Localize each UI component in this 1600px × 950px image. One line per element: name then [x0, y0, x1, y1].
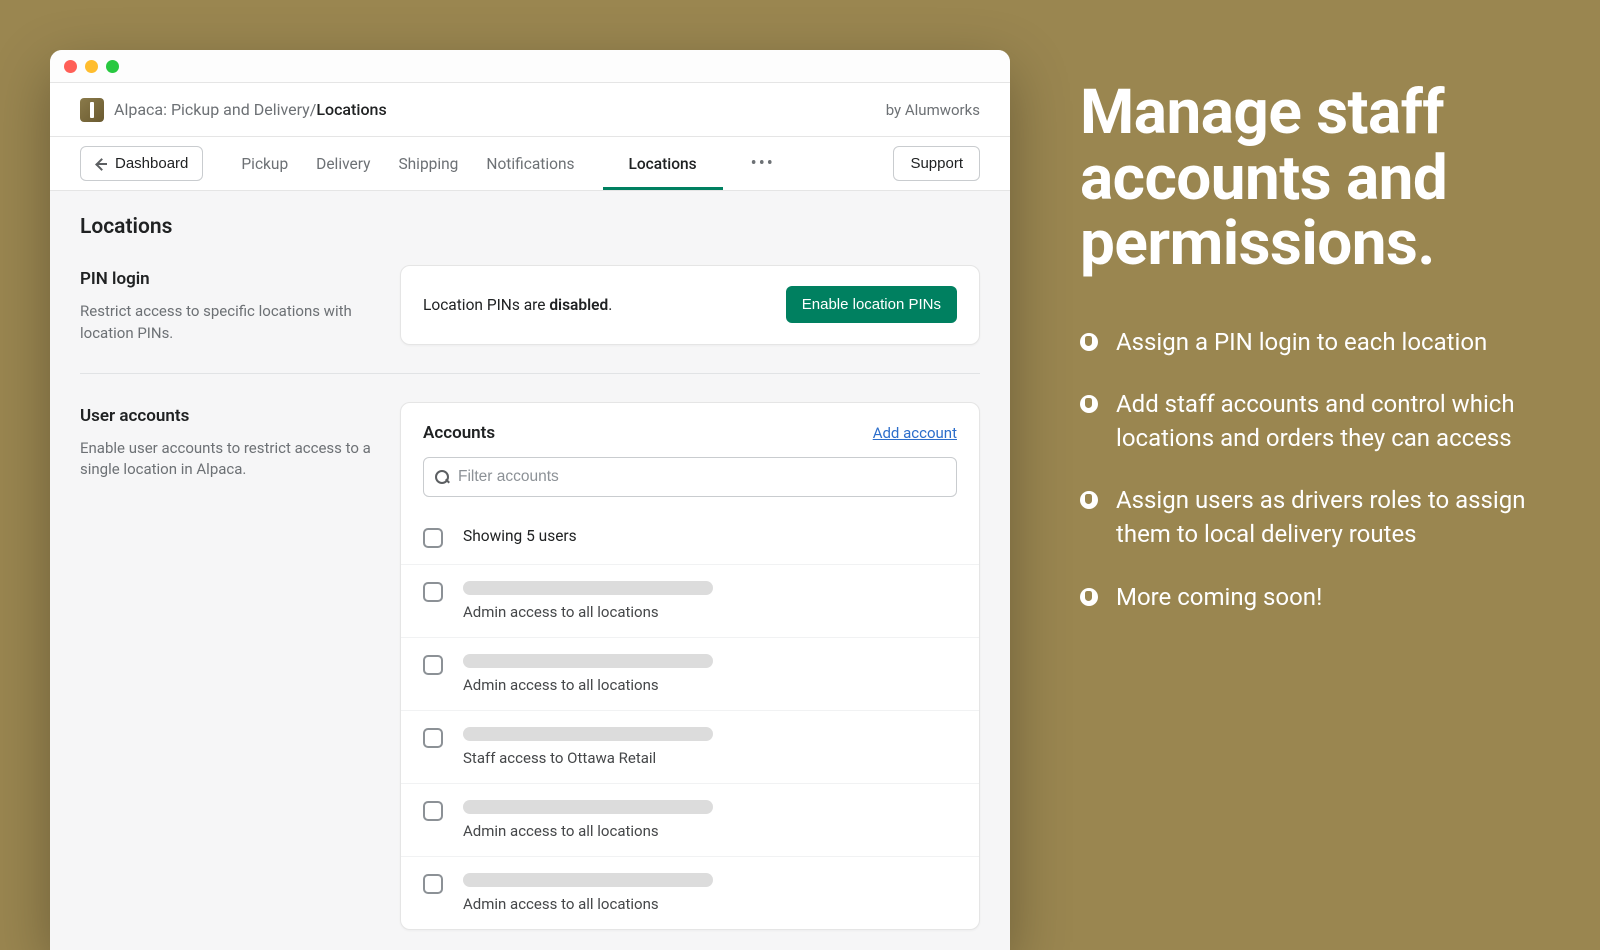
account-role: Admin access to all locations — [463, 603, 957, 621]
promo-bullet: Assign users as drivers roles to assign … — [1080, 483, 1560, 551]
more-tabs-icon[interactable]: ••• — [751, 153, 775, 174]
dashboard-button[interactable]: Dashboard — [80, 146, 203, 181]
window-maximize-button[interactable] — [106, 60, 119, 73]
account-name-redacted — [463, 873, 713, 887]
user-accounts-section: User accounts Enable user accounts to re… — [80, 402, 980, 930]
section-divider — [80, 373, 980, 374]
account-checkbox[interactable] — [423, 801, 443, 821]
search-box[interactable] — [423, 457, 957, 497]
promo-headline: Manage staff accounts and permissions. — [1080, 80, 1560, 277]
breadcrumb-current: Locations — [316, 100, 386, 119]
tab-delivery[interactable]: Delivery — [316, 137, 370, 190]
account-checkbox[interactable] — [423, 582, 443, 602]
accounts-section-title: User accounts — [80, 406, 380, 426]
promo-bullet-text: Assign users as drivers roles to assign … — [1116, 483, 1560, 551]
showing-count: Showing 5 users — [463, 527, 957, 545]
tab-notifications[interactable]: Notifications — [486, 137, 574, 190]
bullet-icon — [1080, 588, 1098, 606]
pin-section-title: PIN login — [80, 269, 380, 289]
accounts-section-desc: Enable user accounts to restrict access … — [80, 438, 380, 482]
filter-accounts-input[interactable] — [458, 468, 946, 486]
account-checkbox[interactable] — [423, 655, 443, 675]
account-name-redacted — [463, 800, 713, 814]
account-name-redacted — [463, 727, 713, 741]
accounts-card-header: Accounts Add account — [401, 403, 979, 457]
navbar: Dashboard Pickup Delivery Shipping Notif… — [50, 137, 1010, 191]
nav-tabs: Pickup Delivery Shipping Notifications L… — [241, 137, 774, 190]
bullet-icon — [1080, 491, 1098, 509]
account-role: Staff access to Ottawa Retail — [463, 749, 957, 767]
account-role: Admin access to all locations — [463, 822, 957, 840]
accounts-card: Accounts Add account Showing 5 users — [400, 402, 980, 930]
tab-shipping[interactable]: Shipping — [398, 137, 458, 190]
support-button[interactable]: Support — [893, 146, 980, 181]
search-icon — [434, 469, 450, 485]
pin-status-text: Location PINs are disabled. — [423, 296, 612, 314]
add-account-link[interactable]: Add account — [873, 424, 957, 442]
promo-list: Assign a PIN login to each location Add … — [1080, 325, 1560, 613]
account-row[interactable]: Admin access to all locations — [401, 637, 979, 710]
account-role: Admin access to all locations — [463, 895, 957, 913]
page-title: Locations — [80, 215, 980, 239]
promo-bullet-text: Assign a PIN login to each location — [1116, 325, 1487, 359]
breadcrumb-app-name[interactable]: Alpaca: Pickup and Delivery — [114, 100, 310, 119]
promo-bullet: Assign a PIN login to each location — [1080, 325, 1560, 359]
select-all-row: Showing 5 users — [401, 507, 979, 564]
arrow-left-icon — [95, 157, 109, 171]
tab-locations[interactable]: Locations — [603, 137, 723, 190]
dashboard-button-label: Dashboard — [115, 155, 188, 172]
titlebar — [50, 50, 1010, 83]
window-close-button[interactable] — [64, 60, 77, 73]
account-row[interactable]: Staff access to Ottawa Retail — [401, 710, 979, 783]
app-logo-icon — [80, 98, 104, 122]
pin-section-desc: Restrict access to specific locations wi… — [80, 301, 380, 345]
select-all-checkbox[interactable] — [423, 528, 443, 548]
promo-panel: Manage staff accounts and permissions. A… — [1080, 80, 1560, 642]
pin-card: Location PINs are disabled. Enable locat… — [400, 265, 980, 345]
breadcrumb-separator: / — [310, 100, 317, 119]
pin-login-section: PIN login Restrict access to specific lo… — [80, 265, 980, 345]
page-content: Locations PIN login Restrict access to s… — [50, 191, 1010, 950]
account-row[interactable]: Admin access to all locations — [401, 564, 979, 637]
account-row[interactable]: Admin access to all locations — [401, 856, 979, 929]
promo-bullet-text: More coming soon! — [1116, 580, 1322, 614]
pin-status-suffix: . — [608, 296, 612, 314]
account-checkbox[interactable] — [423, 728, 443, 748]
window-minimize-button[interactable] — [85, 60, 98, 73]
pin-status-prefix: Location PINs are — [423, 296, 549, 314]
tab-pickup[interactable]: Pickup — [241, 137, 288, 190]
account-name-redacted — [463, 654, 713, 668]
breadcrumb: Alpaca: Pickup and Delivery / Locations … — [50, 83, 1010, 137]
account-checkbox[interactable] — [423, 874, 443, 894]
bullet-icon — [1080, 333, 1098, 351]
account-role: Admin access to all locations — [463, 676, 957, 694]
app-window: Alpaca: Pickup and Delivery / Locations … — [50, 50, 1010, 950]
promo-bullet: Add staff accounts and control which loc… — [1080, 387, 1560, 455]
pin-status-strong: disabled — [549, 296, 608, 314]
by-line: by Alumworks — [886, 101, 980, 119]
account-name-redacted — [463, 581, 713, 595]
enable-pins-button[interactable]: Enable location PINs — [786, 286, 957, 323]
promo-bullet-text: Add staff accounts and control which loc… — [1116, 387, 1560, 455]
promo-bullet: More coming soon! — [1080, 580, 1560, 614]
account-row[interactable]: Admin access to all locations — [401, 783, 979, 856]
bullet-icon — [1080, 395, 1098, 413]
accounts-card-title: Accounts — [423, 423, 495, 443]
